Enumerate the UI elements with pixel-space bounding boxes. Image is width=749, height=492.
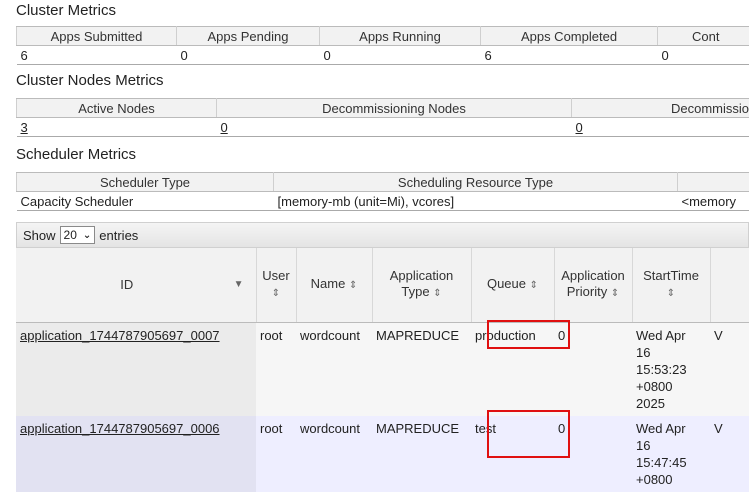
header-active-nodes: Active Nodes	[17, 99, 217, 118]
table-row: application_1744787905697_0007 root word…	[16, 323, 749, 417]
column-header-user[interactable]: User ⇕	[256, 248, 296, 323]
cell-name: wordcount	[296, 323, 372, 417]
header-min-allocation	[678, 173, 749, 192]
applications-table: ID ▼ User ⇕ Name ⇕ Application Type ⇕ Qu…	[16, 248, 749, 492]
column-header-application-type[interactable]: Application Type ⇕	[372, 248, 471, 323]
sort-desc-icon: ▼	[234, 277, 244, 293]
cluster-metrics-table: Apps Submitted Apps Pending Apps Running…	[16, 26, 749, 65]
cell-user: root	[256, 416, 296, 492]
show-label: Show	[23, 228, 56, 243]
application-id-link[interactable]: application_1744787905697_0007	[20, 328, 220, 343]
scheduler-metrics-table: Scheduler Type Scheduling Resource Type …	[16, 172, 749, 211]
queue-highlight-box	[487, 410, 570, 458]
scheduler-metrics-title: Scheduler Metrics	[16, 146, 136, 163]
cluster-nodes-metrics-title: Cluster Nodes Metrics	[16, 72, 164, 89]
value-apps-running: 0	[320, 46, 481, 65]
show-entries-bar: Show 20 ⌄ entries	[16, 222, 749, 248]
value-scheduling-resource-type: [memory-mb (unit=Mi), vcores]	[274, 192, 678, 211]
sort-both-icon: ⇕	[433, 288, 441, 299]
table-row: application_1744787905697_0006 root word…	[16, 416, 749, 492]
cell-next: V	[710, 416, 749, 492]
decommissioned-nodes-link[interactable]: 0	[576, 120, 583, 135]
header-scheduling-resource-type: Scheduling Resource Type	[274, 173, 678, 192]
sort-both-icon: ⇕	[349, 280, 357, 291]
column-header-starttime[interactable]: StartTime ⇕	[632, 248, 710, 323]
value-min-allocation: <memory	[678, 192, 749, 211]
cluster-metrics-title: Cluster Metrics	[16, 2, 116, 19]
header-decommissioning-nodes: Decommissioning Nodes	[217, 99, 572, 118]
cell-starttime: Wed Apr1615:53:23+08002025	[632, 323, 710, 417]
cell-starttime: Wed Apr1615:47:45+0800	[632, 416, 710, 492]
entries-per-page-value: 20	[64, 228, 77, 242]
cell-type: MAPREDUCE	[372, 323, 471, 417]
header-apps-pending: Apps Pending	[177, 27, 320, 46]
cell-type: MAPREDUCE	[372, 416, 471, 492]
cluster-nodes-metrics-table: Active Nodes Decommissioning Nodes Decom…	[16, 98, 749, 137]
cell-name: wordcount	[296, 416, 372, 492]
cell-user: root	[256, 323, 296, 417]
column-header-id[interactable]: ID ▼	[16, 248, 256, 323]
value-scheduler-type: Capacity Scheduler	[17, 192, 274, 211]
cell-next: V	[710, 323, 749, 417]
entries-per-page-select[interactable]: 20 ⌄	[60, 226, 96, 244]
header-decommissioned-nodes: Decommissio	[572, 99, 749, 118]
header-apps-running: Apps Running	[320, 27, 481, 46]
application-id-link[interactable]: application_1744787905697_0006	[20, 421, 220, 436]
header-apps-completed: Apps Completed	[481, 27, 658, 46]
queue-highlight-box	[487, 320, 570, 349]
column-header-name[interactable]: Name ⇕	[296, 248, 372, 323]
decommissioning-nodes-link[interactable]: 0	[221, 120, 228, 135]
column-header-next[interactable]	[710, 248, 749, 323]
value-apps-submitted: 6	[17, 46, 177, 65]
chevron-down-icon: ⌄	[83, 230, 91, 241]
header-apps-submitted: Apps Submitted	[17, 27, 177, 46]
sort-both-icon: ⇕	[530, 280, 538, 291]
sort-both-icon: ⇕	[667, 288, 675, 299]
header-scheduler-type: Scheduler Type	[17, 173, 274, 192]
header-containers: Cont	[658, 27, 749, 46]
value-apps-completed: 6	[481, 46, 658, 65]
sort-both-icon: ⇕	[272, 288, 280, 299]
sort-both-icon: ⇕	[611, 288, 619, 299]
column-header-queue[interactable]: Queue ⇕	[471, 248, 554, 323]
value-containers: 0	[658, 46, 749, 65]
column-header-application-priority[interactable]: Application Priority ⇕	[554, 248, 632, 323]
active-nodes-link[interactable]: 3	[21, 120, 28, 135]
value-apps-pending: 0	[177, 46, 320, 65]
entries-label: entries	[99, 228, 138, 243]
